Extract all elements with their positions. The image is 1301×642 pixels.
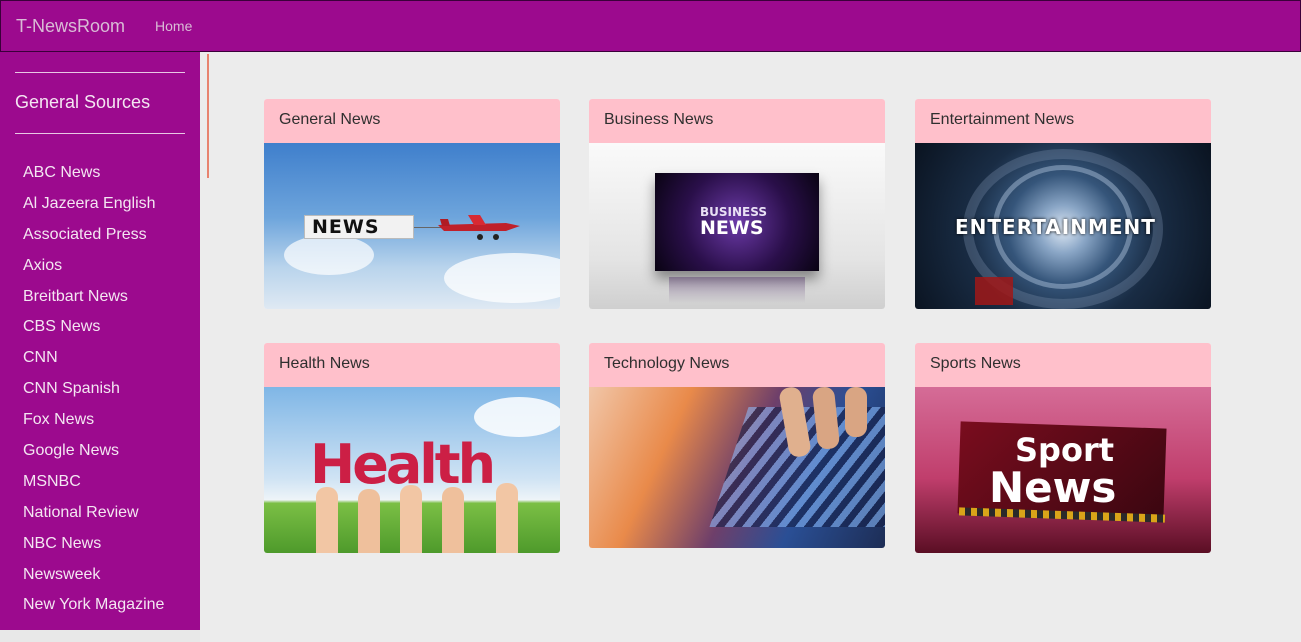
card-title: Sports News <box>915 343 1211 387</box>
sidebar-item-axios[interactable]: Axios <box>23 255 164 286</box>
sports-news-image: Sport News <box>915 387 1211 553</box>
sidebar-item-associated-press[interactable]: Associated Press <box>23 224 164 255</box>
top-navbar: T-NewsRoom Home <box>0 0 1301 52</box>
sidebar-item-cnn-spanish[interactable]: CNN Spanish <box>23 378 164 409</box>
business-news-image: BUSINESS NEWS <box>589 143 885 309</box>
card-general-news[interactable]: General News NEWS <box>264 99 560 309</box>
entertainment-news-image: ENTERTAINMENT <box>915 143 1211 309</box>
sidebar-item-national-review[interactable]: National Review <box>23 502 164 533</box>
sidebar-item-new-york-magazine[interactable]: New York Magazine <box>23 594 164 625</box>
general-news-image: NEWS <box>264 143 560 309</box>
technology-news-image <box>589 387 885 548</box>
sidebar-item-nbc-news[interactable]: NBC News <box>23 533 164 564</box>
card-title: Technology News <box>589 343 885 387</box>
sidebar-item-breitbart-news[interactable]: Breitbart News <box>23 286 164 317</box>
sidebar-item-al-jazeera-english[interactable]: Al Jazeera English <box>23 193 164 224</box>
card-title: Entertainment News <box>915 99 1211 143</box>
sidebar-title: General Sources <box>15 92 151 112</box>
scroll-indicator <box>207 54 209 178</box>
card-title: Health News <box>264 343 560 387</box>
sidebar-item-abc-news[interactable]: ABC News <box>23 162 164 193</box>
sidebar-scroll-strip <box>0 630 200 642</box>
card-title: Business News <box>589 99 885 143</box>
sidebar: General Sources ABC News Al Jazeera Engl… <box>0 52 200 630</box>
health-news-image: Health <box>264 387 560 553</box>
sidebar-divider <box>15 133 185 134</box>
card-entertainment-news[interactable]: Entertainment News ENTERTAINMENT <box>915 99 1211 309</box>
card-title: General News <box>264 99 560 143</box>
sidebar-item-msnbc[interactable]: MSNBC <box>23 471 164 502</box>
sidebar-item-newsweek[interactable]: Newsweek <box>23 564 164 595</box>
sidebar-item-cbs-news[interactable]: CBS News <box>23 316 164 347</box>
nav-home-link[interactable]: Home <box>155 18 192 34</box>
card-health-news[interactable]: Health News Health <box>264 343 560 553</box>
card-business-news[interactable]: Business News BUSINESS NEWS <box>589 99 885 309</box>
card-sports-news[interactable]: Sports News Sport News <box>915 343 1211 553</box>
brand-link[interactable]: T-NewsRoom <box>16 16 125 37</box>
sidebar-item-google-news[interactable]: Google News <box>23 440 164 471</box>
sources-list: ABC News Al Jazeera English Associated P… <box>23 162 164 625</box>
card-technology-news[interactable]: Technology News <box>589 343 885 548</box>
sidebar-item-fox-news[interactable]: Fox News <box>23 409 164 440</box>
sidebar-item-cnn[interactable]: CNN <box>23 347 164 378</box>
sidebar-divider <box>15 72 185 73</box>
